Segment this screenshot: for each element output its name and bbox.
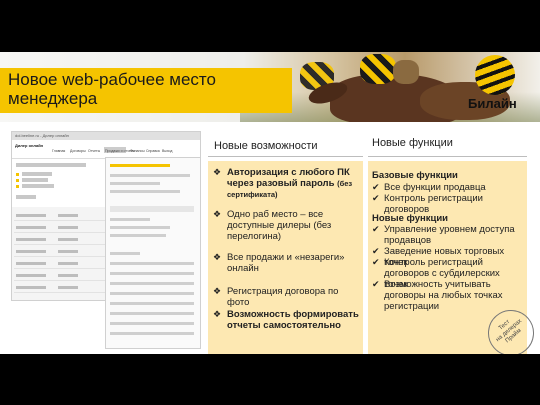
check-icon: ✔ — [372, 257, 380, 267]
check-icon: ✔ — [372, 246, 380, 256]
features-heading: Новые возможности — [214, 140, 318, 152]
divider — [208, 156, 363, 157]
title-box: Новое web-рабочее место менеджера — [0, 68, 292, 113]
check-icon: ✔ — [372, 182, 380, 192]
features-panel: ❖ Авторизация с любого ПК через разовый … — [208, 161, 363, 354]
title-line-2: менеджера — [8, 89, 98, 108]
function-item: Все функции продавца — [384, 182, 486, 193]
nav-item: Договоры — [70, 149, 86, 153]
feature-item: Одно раб место – все доступные дилеры (б… — [227, 209, 332, 242]
title-line-1: Новое web-рабочее место — [8, 70, 216, 89]
page-title: Новое web-рабочее место менеджера — [8, 70, 216, 108]
function-item: Контроль регистрации договоров — [384, 193, 483, 215]
nav-item: Главная — [52, 149, 66, 153]
divider — [368, 156, 527, 157]
diamond-bullet-icon: ❖ — [213, 286, 222, 296]
diamond-bullet-icon: ❖ — [213, 167, 222, 177]
nav-item: Выход — [162, 149, 173, 153]
check-icon: ✔ — [372, 224, 380, 234]
feature-item: Все продажи и «незареги» онлайн — [227, 252, 345, 274]
check-icon: ✔ — [372, 193, 380, 203]
diamond-bullet-icon: ❖ — [213, 252, 222, 262]
function-item: Возможность учитывать договоры на любых … — [384, 279, 503, 312]
diamond-bullet-icon: ❖ — [213, 209, 222, 219]
diamond-bullet-icon: ❖ — [213, 309, 222, 319]
feature-text: Возможность формировать отчеты самостоят… — [227, 309, 359, 331]
filter-panel — [12, 159, 110, 207]
nav-item: Справка — [146, 149, 160, 153]
jockey-image — [393, 60, 419, 84]
basic-title-text: Базовые функции — [372, 170, 458, 181]
check-icon: ✔ — [372, 279, 380, 289]
nav-item: Финансы — [130, 149, 145, 153]
function-item: Управление уровнем доступа продавцов — [384, 224, 515, 246]
window-title: dol.beeline.ru - Дилер онлайн — [12, 132, 200, 140]
new-functions-title: Новые функции — [372, 213, 448, 224]
jockey-image — [360, 54, 396, 84]
functions-heading: Новые функции — [372, 137, 453, 149]
brand-name: Билайн — [468, 96, 517, 111]
nav-item: Отчеты — [88, 149, 101, 153]
bottom-letterbox — [0, 354, 540, 405]
feature-item: Авторизация с любого ПК через разовый па… — [227, 167, 359, 200]
feature-item: Возможность формировать отчеты самостоят… — [227, 309, 359, 331]
slide: Новое web-рабочее место менеджера Билайн… — [0, 52, 540, 354]
new-title-text: Новые функции — [372, 213, 449, 224]
top-letterbox — [0, 0, 540, 52]
beeline-logo-icon — [475, 55, 515, 95]
app-brand: Дилер онлайн — [15, 143, 44, 148]
feature-item: Регистрация договора по фото — [227, 286, 339, 308]
feature-text: Авторизация с любого ПК через разовый па… — [227, 167, 350, 189]
contract-detail-screenshot — [105, 157, 201, 349]
basic-functions-title: Базовые функции — [372, 170, 458, 181]
